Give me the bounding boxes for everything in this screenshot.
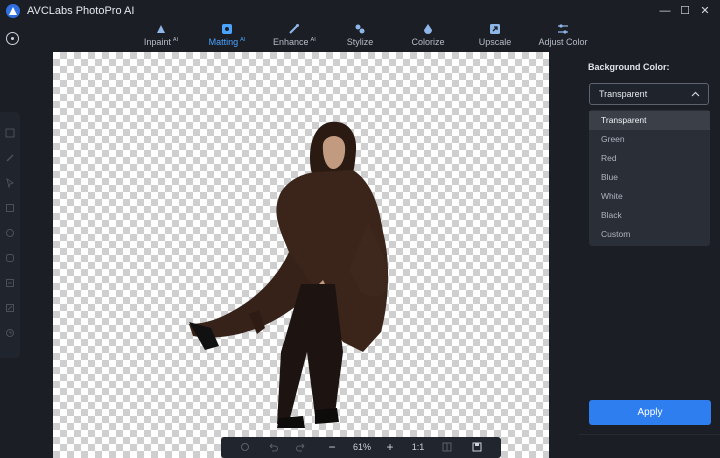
pointer-icon[interactable] <box>5 178 15 188</box>
ai-badge: AI <box>310 37 316 43</box>
matting-icon <box>222 24 232 34</box>
redo-icon[interactable] <box>295 440 307 454</box>
left-tool-strip <box>0 112 20 358</box>
colorize-icon <box>424 24 432 34</box>
dropdown-option-transparent[interactable]: Transparent <box>589 111 710 130</box>
history-icon[interactable] <box>5 328 15 338</box>
tab-label: Stylize <box>346 37 374 47</box>
canvas-control-bar: − 61% + 1:1 <box>221 437 501 458</box>
stylize-icon <box>355 24 365 34</box>
actual-size-button[interactable]: 1:1 <box>409 440 427 454</box>
dropdown-option-blue[interactable]: Blue <box>589 168 710 187</box>
compare-icon[interactable] <box>441 440 453 454</box>
tab-inpaint[interactable]: Inpaint AI <box>143 22 179 52</box>
tab-label: Adjust Color <box>538 37 588 47</box>
close-button[interactable]: ✕ <box>696 3 714 19</box>
ai-badge: AI <box>240 37 246 43</box>
tab-label: Matting <box>208 37 239 47</box>
undo-icon[interactable] <box>267 440 279 454</box>
divider <box>579 434 720 435</box>
brush-icon[interactable] <box>5 153 15 163</box>
app-title: AVCLabs PhotoPro AI <box>27 5 135 17</box>
image-canvas[interactable] <box>53 52 549 458</box>
tab-label: Inpaint <box>143 37 171 47</box>
eraser-icon[interactable] <box>5 278 15 288</box>
enhance-icon <box>289 24 299 34</box>
tab-colorize[interactable]: Colorize <box>411 22 445 52</box>
zoom-out-button[interactable]: − <box>325 440 339 454</box>
tab-matting[interactable]: Matting AI <box>207 22 247 52</box>
save-icon[interactable] <box>471 440 483 454</box>
back-icon[interactable] <box>6 32 19 45</box>
background-color-select[interactable]: Transparent <box>589 83 709 105</box>
ai-badge: AI <box>172 37 179 43</box>
minimize-button[interactable]: — <box>656 3 674 19</box>
dropdown-option-custom[interactable]: Custom <box>589 225 710 244</box>
refine-icon[interactable] <box>5 303 15 313</box>
dropdown-option-red[interactable]: Red <box>589 149 710 168</box>
selected-background: Transparent <box>599 89 648 99</box>
inpaint-icon <box>157 25 165 33</box>
tab-stylize[interactable]: Stylize <box>345 22 375 52</box>
dropdown-option-black[interactable]: Black <box>589 206 710 225</box>
reset-icon[interactable] <box>239 440 251 454</box>
zoom-level: 61% <box>352 442 371 452</box>
apply-button[interactable]: Apply <box>589 400 711 425</box>
maximize-button[interactable]: ☐ <box>676 3 694 19</box>
chevron-up-icon <box>691 91 700 97</box>
title-bar: AVCLabs PhotoPro AI — ☐ ✕ <box>0 0 720 22</box>
lasso-icon[interactable] <box>5 253 15 263</box>
select-icon[interactable] <box>5 128 15 138</box>
dropdown-option-white[interactable]: White <box>589 187 710 206</box>
background-color-label: Background Color: <box>588 62 670 72</box>
settings-panel: Background Color: Transparent Transparen… <box>579 52 720 458</box>
window-controls: — ☐ ✕ <box>656 3 714 19</box>
tab-upscale[interactable]: Upscale <box>478 22 512 52</box>
tab-enhance[interactable]: Enhance AI <box>273 22 316 52</box>
dropdown-option-green[interactable]: Green <box>589 130 710 149</box>
ellipse-icon[interactable] <box>5 228 15 238</box>
rectangle-icon[interactable] <box>5 203 15 213</box>
feature-toolbar: Inpaint AI Matting AI Enhance AI Stylize Co… <box>0 22 720 52</box>
app-logo-icon <box>6 4 20 18</box>
zoom-in-button[interactable]: + <box>383 440 397 454</box>
adjust-color-icon <box>558 24 568 34</box>
tab-label: Upscale <box>478 37 512 47</box>
tab-label: Enhance <box>273 37 309 47</box>
tab-label: Colorize <box>411 37 445 47</box>
tab-adjust-color[interactable]: Adjust Color <box>538 22 588 52</box>
subject-cutout-image <box>189 121 389 428</box>
background-color-dropdown: Transparent Green Red Blue White Black C… <box>589 110 710 246</box>
upscale-icon <box>490 24 500 34</box>
